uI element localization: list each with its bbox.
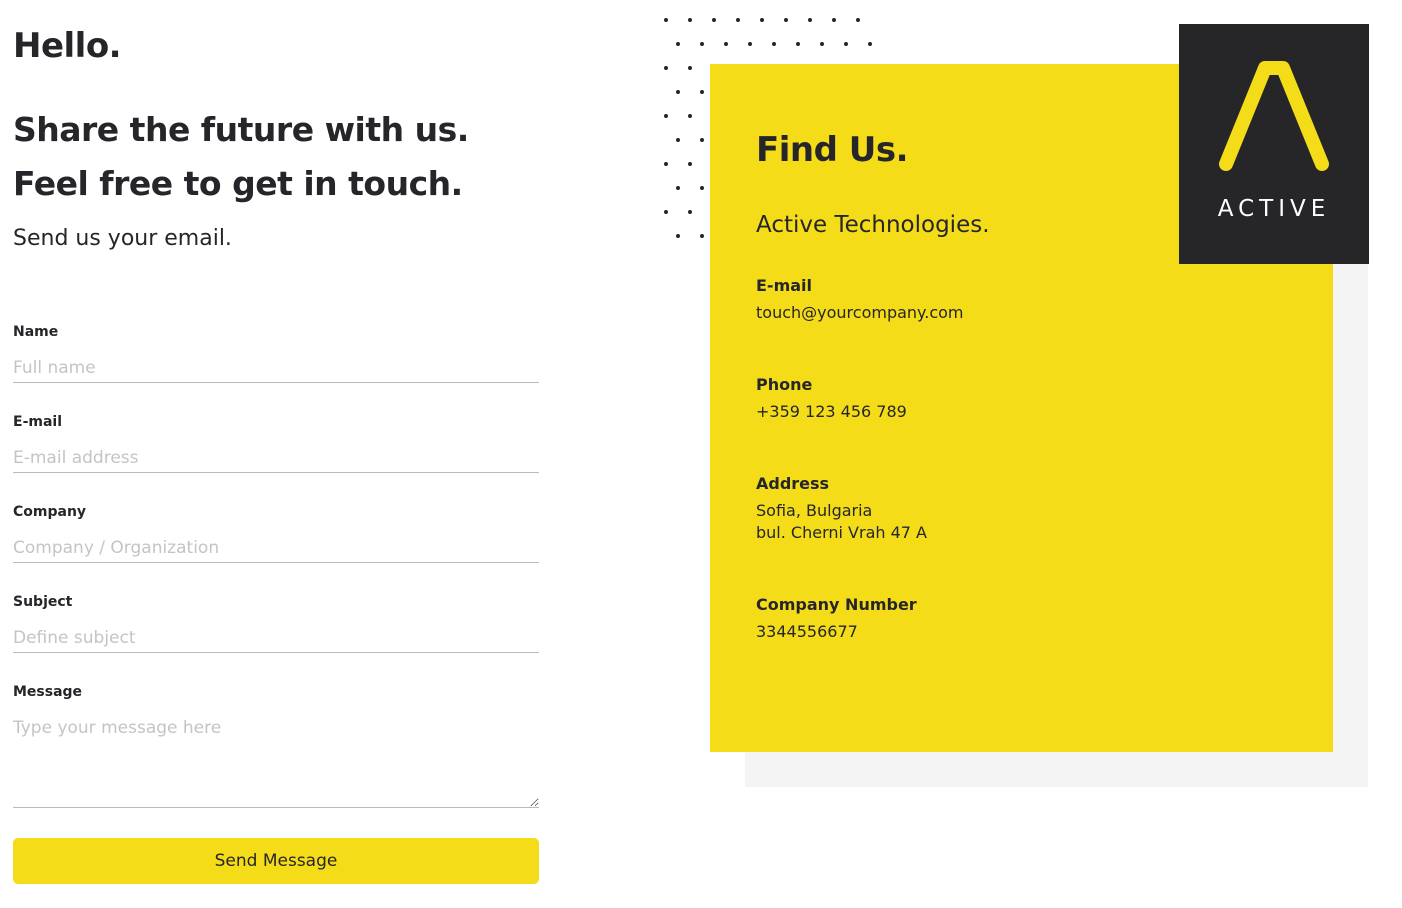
email-input[interactable] (13, 443, 539, 473)
company-name: Active Technologies. (756, 212, 990, 238)
message-textarea[interactable] (13, 714, 539, 808)
decoration-dot (664, 210, 668, 214)
company-input[interactable] (13, 533, 539, 563)
decoration-dot (712, 18, 716, 22)
subject-input[interactable] (13, 623, 539, 653)
decoration-dot (772, 42, 776, 46)
company-label: Company (13, 504, 87, 520)
contact-address-label: Address (756, 474, 830, 493)
decoration-dot (676, 138, 680, 142)
contact-phone-label: Phone (756, 375, 813, 394)
decoration-dot (868, 42, 872, 46)
send-message-button[interactable]: Send Message (13, 838, 539, 884)
company-field-group: Company (13, 504, 539, 563)
decoration-dot (688, 210, 692, 214)
decoration-dot (688, 114, 692, 118)
company-number-block: Company Number 3344556677 (756, 594, 917, 643)
decoration-dot (856, 18, 860, 22)
decoration-dot (664, 162, 668, 166)
name-input[interactable] (13, 353, 539, 383)
greeting-heading: Hello. (13, 26, 122, 66)
decoration-dot (700, 138, 704, 142)
contact-address-block: Address Sofia, Bulgaria bul. Cherni Vrah… (756, 473, 927, 544)
decoration-dot (676, 90, 680, 94)
subject-field-group: Subject (13, 594, 539, 653)
decoration-dot (700, 186, 704, 190)
decoration-dot (748, 42, 752, 46)
tagline-line-2: Feel free to get in touch. (13, 164, 463, 203)
decoration-dot (688, 18, 692, 22)
decoration-dot (760, 18, 764, 22)
decoration-dot (664, 66, 668, 70)
decoration-dot (700, 90, 704, 94)
logo-chevron-icon (1219, 61, 1329, 171)
decoration-dot (724, 42, 728, 46)
decoration-dot (844, 42, 848, 46)
logo-wordmark: ACTIVE (1217, 196, 1331, 222)
decoration-dot (700, 234, 704, 238)
message-field-group: Message (13, 684, 539, 808)
contact-page: Hello. Share the future with us. Feel fr… (0, 0, 1402, 908)
decoration-dot (808, 18, 812, 22)
contact-address-line-2: bul. Cherni Vrah 47 A (756, 523, 927, 542)
decoration-dot (676, 42, 680, 46)
contact-phone-block: Phone +359 123 456 789 (756, 374, 907, 423)
decoration-dot (664, 114, 668, 118)
decoration-dot (796, 42, 800, 46)
decoration-dot (688, 162, 692, 166)
form-subtitle: Send us your email. (13, 226, 232, 251)
subject-label: Subject (13, 594, 73, 610)
decoration-dot (700, 42, 704, 46)
decoration-dot (832, 18, 836, 22)
active-logo: ACTIVE (1179, 24, 1369, 264)
name-field-group: Name (13, 324, 539, 383)
message-label: Message (13, 684, 83, 700)
decoration-dot (676, 186, 680, 190)
tagline-line-1: Share the future with us. (13, 110, 469, 149)
name-label: Name (13, 324, 59, 340)
email-label: E-mail (13, 414, 63, 430)
email-field-group: E-mail (13, 414, 539, 473)
company-number-value: 3344556677 (756, 622, 858, 641)
decoration-dot (784, 18, 788, 22)
decoration-dot (664, 18, 668, 22)
contact-phone-value: +359 123 456 789 (756, 402, 907, 421)
decoration-dot (688, 66, 692, 70)
decoration-dot (736, 18, 740, 22)
company-number-label: Company Number (756, 595, 917, 614)
contact-email-block: E-mail touch@yourcompany.com (756, 275, 963, 324)
contact-email-value: touch@yourcompany.com (756, 303, 964, 322)
decoration-dot (676, 234, 680, 238)
contact-email-label: E-mail (756, 276, 813, 295)
contact-address-line-1: Sofia, Bulgaria (756, 501, 873, 520)
decoration-dot (820, 42, 824, 46)
find-us-heading: Find Us. (756, 130, 909, 170)
